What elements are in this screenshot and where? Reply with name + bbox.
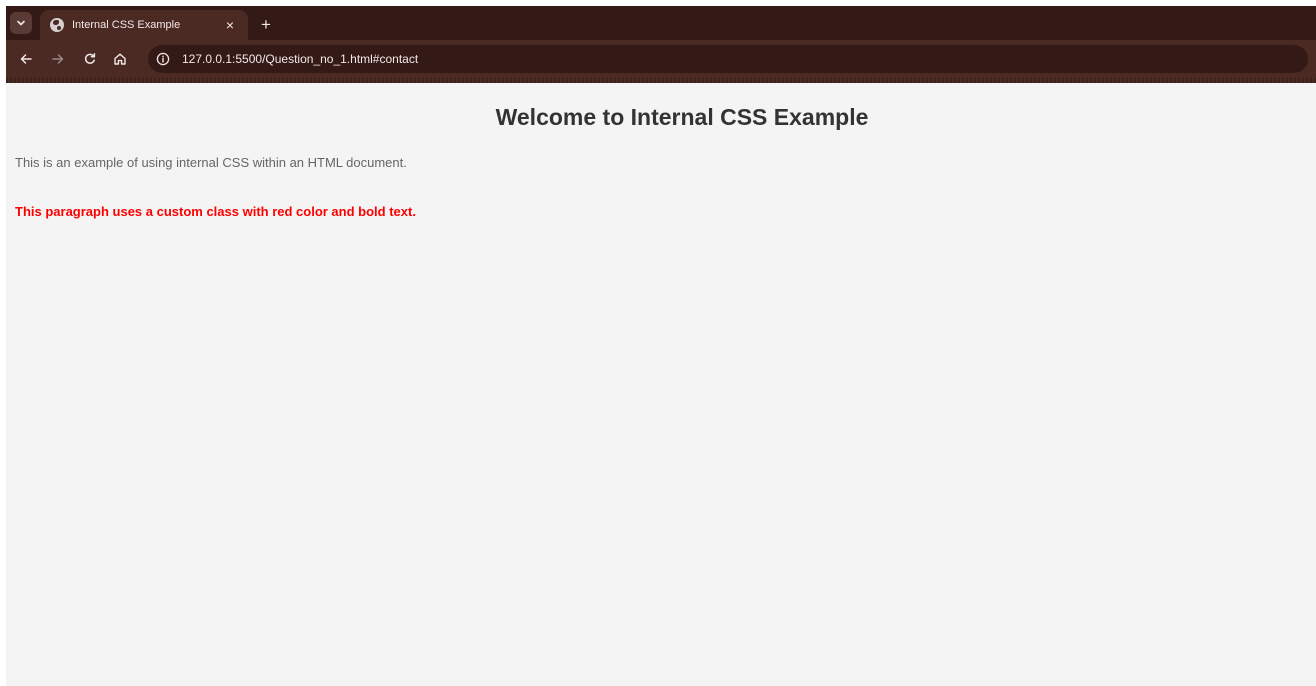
close-icon[interactable]: × — [222, 17, 238, 33]
tab-search-button[interactable] — [10, 12, 32, 34]
reload-button[interactable] — [80, 49, 100, 69]
info-icon — [156, 52, 170, 66]
page-content: Welcome to Internal CSS Example This is … — [6, 83, 1316, 686]
arrow-right-icon — [52, 54, 64, 64]
reload-icon — [84, 53, 96, 64]
intro-paragraph: This is an example of using internal CSS… — [15, 155, 407, 170]
custom-class-paragraph: This paragraph uses a custom class with … — [15, 204, 416, 219]
page-heading: Welcome to Internal CSS Example — [495, 104, 869, 130]
globe-icon — [50, 18, 64, 32]
home-button[interactable] — [110, 49, 130, 69]
tab-active[interactable]: Internal CSS Example × — [40, 10, 248, 40]
home-icon — [114, 53, 126, 65]
tab-strip: Internal CSS Example × + — [6, 6, 1316, 40]
forward-button[interactable] — [48, 49, 68, 69]
chevron-down-icon — [17, 20, 25, 26]
back-button[interactable] — [16, 49, 36, 69]
browser-window: Internal CSS Example × + 127.0.0.1:5500/… — [6, 6, 1316, 686]
url-text[interactable]: 127.0.0.1:5500/Question_no_1.html#contac… — [182, 52, 418, 66]
arrow-left-icon — [20, 54, 32, 64]
site-info-button[interactable] — [154, 50, 172, 68]
tab-title: Internal CSS Example — [72, 19, 181, 31]
new-tab-button[interactable]: + — [256, 15, 276, 35]
toolbar: 127.0.0.1:5500/Question_no_1.html#contac… — [6, 40, 1316, 78]
address-bar[interactable]: 127.0.0.1:5500/Question_no_1.html#contac… — [148, 45, 1308, 73]
